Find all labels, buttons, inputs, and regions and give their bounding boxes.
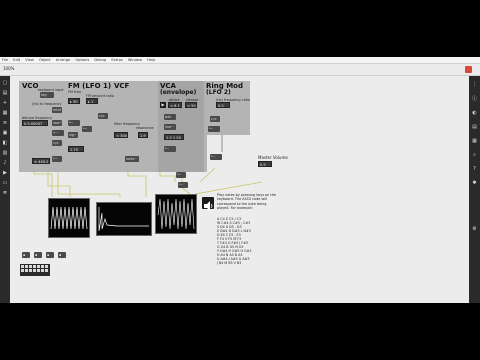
filter-freq-number[interactable]: < 300 — [114, 132, 128, 138]
layers-icon[interactable]: ◧ — [2, 140, 8, 146]
output-scope — [155, 194, 197, 234]
plus-object[interactable]: +~ — [52, 130, 64, 136]
ring-out-object[interactable]: *~ — [210, 154, 222, 160]
format-icon[interactable]: ▤ — [471, 124, 478, 130]
menu-window[interactable]: Window — [128, 58, 142, 62]
dots-icon[interactable]: ⋮ — [471, 82, 478, 88]
fm-mult-object[interactable]: *~ — [68, 120, 80, 126]
play-icon[interactable]: ▶ — [160, 102, 166, 108]
left-toolbar: ▢ ▤ + ▦ ≡ ▣ ◧ ▥ ♪ ▶ ▭ ≣ — [0, 76, 10, 303]
attack-number[interactable]: < 6 1 — [168, 102, 182, 108]
zoom-level[interactable]: 100% — [3, 66, 14, 71]
key-object-1[interactable]: ▪ — [22, 252, 30, 258]
menu-arrange[interactable]: Arrange — [56, 58, 70, 62]
mtof-object[interactable]: mtof — [52, 107, 62, 113]
pack-object[interactable]: pak — [164, 114, 176, 120]
fm-amount-number[interactable]: ▸ 1 — [86, 98, 98, 104]
hz-frequency-label: (Hz) to frequency — [32, 102, 62, 106]
filter-scope — [96, 202, 152, 236]
saw-object[interactable]: saw~ — [52, 120, 62, 126]
fm-freq-label: FM freq — [68, 90, 81, 94]
menu-extras[interactable]: Extras — [111, 58, 122, 62]
resonance-label: resonance — [136, 126, 154, 130]
detune-number[interactable]: 0.5.00007 — [22, 120, 48, 126]
resonance-number[interactable]: 1.9 — [138, 132, 148, 138]
ring-cycle-object[interactable]: cyc — [210, 116, 220, 122]
right-sidebar: ⋮ ⓘ ◐ ▤ ▦ ⌕ ? ✱ ⚙ — [469, 76, 480, 303]
envelope-number[interactable]: 1 0 1 50 — [164, 134, 184, 140]
speaker-icon[interactable] — [202, 197, 214, 211]
info-icon[interactable]: ⓘ — [471, 96, 478, 102]
menu-help[interactable]: Help — [147, 58, 155, 62]
vco-scope — [48, 198, 90, 238]
clipboard-icon[interactable]: ▦ — [471, 138, 478, 144]
windows-icon[interactable]: ▭ — [2, 180, 8, 186]
menu-bar: File Edit View Object Arrange Options De… — [0, 57, 480, 64]
vco-out-object[interactable]: *~ — [52, 156, 62, 162]
vca-mult-object[interactable]: *~ — [164, 146, 176, 152]
ring-mult-object[interactable]: *~ — [208, 126, 220, 132]
help-icon[interactable]: ? — [471, 166, 478, 172]
audio-icon[interactable]: ♪ — [2, 160, 8, 166]
fm-freq-number[interactable]: ▸ 50 — [68, 98, 80, 104]
media-icon[interactable]: ▶ — [2, 170, 8, 176]
fm-scale-object[interactable]: *~ — [82, 126, 92, 132]
lock-icon[interactable]: ▢ — [2, 80, 8, 86]
ring-subtitle: (LFO 2) — [206, 89, 231, 96]
debug-icon[interactable]: ✱ — [471, 180, 478, 186]
lores-object[interactable]: lores~ — [125, 156, 139, 162]
menu-options[interactable]: Options — [75, 58, 89, 62]
master-mult-object[interactable]: *~ — [176, 172, 186, 178]
presentation-icon[interactable]: ▤ — [2, 90, 8, 96]
clip-icon[interactable]: ▣ — [2, 130, 8, 136]
ring-freq-number[interactable]: 0.5 — [216, 102, 230, 108]
menu-object[interactable]: Object — [39, 58, 51, 62]
fm-title: FM (LFO 1) — [68, 82, 112, 90]
toolbar: 100% — [0, 64, 480, 76]
search-icon[interactable]: ⌕ — [471, 152, 478, 158]
fm-value-number[interactable]: 1.75 — [68, 146, 84, 152]
record-icon[interactable] — [465, 66, 472, 73]
grid-icon[interactable]: ▦ — [2, 110, 8, 116]
menu-edit[interactable]: Edit — [13, 58, 20, 62]
vco-title: VCO — [22, 82, 39, 90]
menu-debug[interactable]: Debug — [94, 58, 106, 62]
key-row: J B4 M B5 V B3 — [217, 261, 242, 265]
cycle-object[interactable]: cyc — [52, 140, 62, 146]
menu-file[interactable]: File — [2, 58, 8, 62]
release-number[interactable]: < 50 — [185, 102, 197, 108]
stack-icon[interactable]: ≣ — [2, 190, 8, 196]
add-object-icon[interactable]: + — [2, 100, 8, 106]
list-icon[interactable]: ≡ — [2, 120, 8, 126]
key-object-2[interactable]: ▪ — [34, 252, 42, 258]
vco-freq-number[interactable]: ± 440.2 — [32, 158, 50, 164]
tools-icon[interactable]: ⚙ — [471, 226, 478, 232]
matrix-grid[interactable] — [20, 264, 50, 276]
keyboard-object[interactable]: key — [40, 92, 54, 98]
menu-view[interactable]: View — [25, 58, 34, 62]
fm-sig-object[interactable]: sig~ — [68, 132, 78, 138]
instructions-text: Play notes by pressing keys on the keybo… — [217, 193, 276, 211]
vcf-title: VCF — [114, 82, 130, 90]
fm-cycle-object[interactable]: cyc — [98, 113, 108, 119]
master-volume-number[interactable]: 0.5 — [258, 161, 272, 167]
patcher-canvas[interactable]: VCO keyboard input key (Hz) to frequency… — [10, 76, 469, 303]
gain-object[interactable]: *~ — [178, 182, 188, 188]
app-window: File Edit View Object Arrange Options De… — [0, 57, 480, 303]
package-icon[interactable]: ▥ — [2, 150, 8, 156]
master-volume-label: Master Volume — [258, 155, 288, 160]
line-object[interactable]: line~ — [164, 124, 176, 130]
key-object-4[interactable]: ▪ — [58, 252, 66, 258]
inspector-icon[interactable]: ◐ — [471, 110, 478, 116]
key-object-3[interactable]: ▪ — [46, 252, 54, 258]
vca-subtitle: (envelope) — [160, 89, 197, 96]
